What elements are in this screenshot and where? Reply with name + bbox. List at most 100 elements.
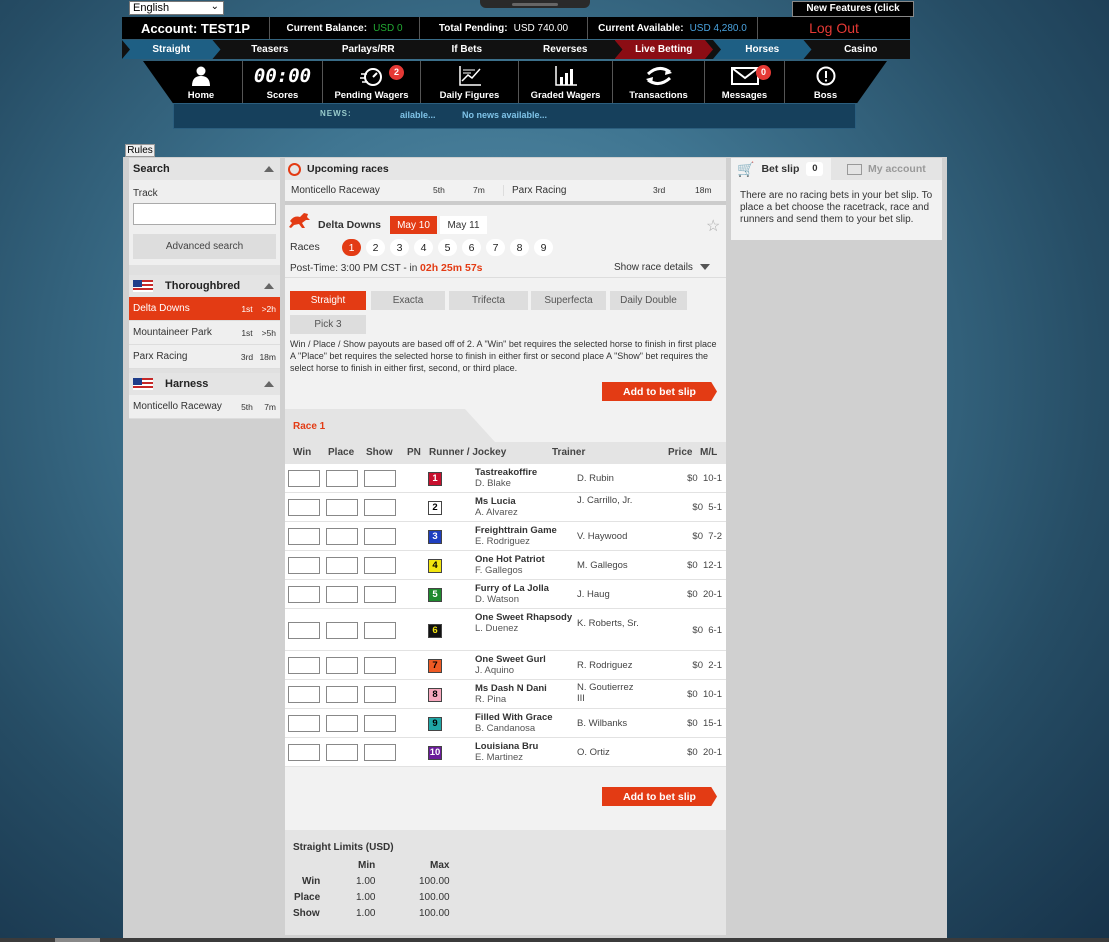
show-checkbox[interactable] [364, 470, 396, 487]
show-checkbox[interactable] [364, 657, 396, 674]
add-to-bet-slip-button[interactable]: Add to bet slip [602, 382, 717, 401]
bet-slip-tab[interactable]: 🛒 Bet slip 0 [731, 158, 831, 180]
bet-type-superfecta[interactable]: Superfecta [531, 291, 606, 310]
nav-reverses[interactable]: Reverses [516, 40, 615, 59]
race-9-button[interactable]: 9 [534, 239, 553, 256]
nav-casino[interactable]: Casino [812, 40, 911, 59]
win-checkbox[interactable] [288, 622, 320, 639]
track-item-monticello-raceway[interactable]: Monticello Raceway 5th 7m [129, 395, 280, 419]
race-8-button[interactable]: 8 [510, 239, 529, 256]
upcoming-race-item[interactable]: Parx Racing 3rd 18m [503, 185, 721, 196]
bet-slip-empty-message: There are no racing bets in your bet sli… [740, 190, 933, 225]
jockey-name: F. Gallegos [475, 565, 523, 576]
place-checkbox[interactable] [326, 557, 358, 574]
star-icon[interactable]: ☆ [706, 216, 720, 236]
show-checkbox[interactable] [364, 744, 396, 761]
win-checkbox[interactable] [288, 657, 320, 674]
search-header[interactable]: Search [129, 158, 280, 180]
pending-wagers-button[interactable]: Pending Wagers 2 [322, 61, 420, 103]
nav-horses[interactable]: Horses [713, 40, 812, 59]
nav-parlays[interactable]: Parlays/RR [319, 40, 418, 59]
date-tab-may-10[interactable]: May 10 [390, 216, 437, 234]
runner-name: One Hot Patriot F. Gallegos [475, 554, 575, 576]
date-tab-may-11[interactable]: May 11 [440, 216, 487, 234]
win-checkbox[interactable] [288, 744, 320, 761]
place-checkbox[interactable] [326, 586, 358, 603]
win-checkbox[interactable] [288, 586, 320, 603]
upcoming-race-item[interactable]: Monticello Raceway 5th 7m [285, 185, 503, 196]
track-item-mountaineer-park[interactable]: Mountaineer Park 1st >5h [129, 321, 280, 345]
chart-icon [421, 61, 518, 91]
bet-type-straight[interactable]: Straight [290, 291, 366, 310]
harness-header[interactable]: Harness [129, 373, 280, 395]
daily-figures-button[interactable]: Daily Figures [420, 61, 518, 103]
bet-type-pick-3[interactable]: Pick 3 [290, 315, 366, 334]
race-7-button[interactable]: 7 [486, 239, 505, 256]
win-checkbox[interactable] [288, 715, 320, 732]
add-to-bet-slip-button[interactable]: Add to bet slip [602, 787, 717, 806]
show-checkbox[interactable] [364, 715, 396, 732]
bet-type-daily-double[interactable]: Daily Double [610, 291, 687, 310]
home-button[interactable]: Home [160, 61, 242, 103]
win-checkbox[interactable] [288, 686, 320, 703]
show-checkbox[interactable] [364, 586, 396, 603]
place-checkbox[interactable] [326, 528, 358, 545]
runner-name: Ms Lucia A. Alvarez [475, 496, 575, 518]
show-checkbox[interactable] [364, 528, 396, 545]
price-ml: $0 15-1 [687, 718, 722, 729]
race-3-button[interactable]: 3 [390, 239, 409, 256]
place-checkbox[interactable] [326, 744, 358, 761]
race-4-button[interactable]: 4 [414, 239, 433, 256]
win-checkbox[interactable] [288, 470, 320, 487]
win-checkbox[interactable] [288, 528, 320, 545]
rules-tab[interactable]: Rules [125, 144, 155, 157]
messages-button[interactable]: Messages 0 [704, 61, 784, 103]
show-checkbox[interactable] [364, 686, 396, 703]
race-6-button[interactable]: 6 [462, 239, 481, 256]
track-item-delta-downs[interactable]: Delta Downs 1st >2h [129, 297, 280, 321]
show-checkbox[interactable] [364, 622, 396, 639]
nav-teasers[interactable]: Teasers [221, 40, 320, 59]
place-checkbox[interactable] [326, 470, 358, 487]
nav-if-bets[interactable]: If Bets [418, 40, 517, 59]
graded-wagers-button[interactable]: Graded Wagers [518, 61, 612, 103]
scores-button[interactable]: 00:00 Scores [242, 61, 322, 103]
thoroughbred-header[interactable]: Thoroughbred [129, 275, 280, 297]
my-account-tab[interactable]: My account [831, 158, 942, 180]
show-checkbox[interactable] [364, 499, 396, 516]
track-item-parx-racing[interactable]: Parx Racing 3rd 18m [129, 345, 280, 369]
win-checkbox[interactable] [288, 557, 320, 574]
new-features-button[interactable]: New Features (click here) [792, 1, 914, 28]
logout-button[interactable]: Log Out [758, 17, 910, 39]
scrollbar-thumb[interactable] [55, 938, 100, 942]
chevron-down-icon: ⌄ [210, 1, 219, 12]
track-search-input[interactable] [133, 203, 276, 225]
win-checkbox[interactable] [288, 499, 320, 516]
advanced-search-button[interactable]: Advanced search [133, 234, 276, 259]
place-checkbox[interactable] [326, 657, 358, 674]
bottom-scrollbar[interactable] [0, 938, 1109, 942]
jockey-name: E. Martinez [475, 752, 524, 763]
race-5-button[interactable]: 5 [438, 239, 457, 256]
race-1-button[interactable]: 1 [342, 239, 361, 256]
bet-type-exacta[interactable]: Exacta [371, 291, 445, 310]
jockey-name: R. Pina [475, 694, 507, 705]
race-2-button[interactable]: 2 [366, 239, 385, 256]
collapse-icon [264, 283, 274, 289]
place-checkbox[interactable] [326, 715, 358, 732]
boss-button[interactable]: Boss [784, 61, 866, 103]
place-checkbox[interactable] [326, 499, 358, 516]
program-number: 6 [428, 624, 442, 638]
nav-live-betting[interactable]: Live Betting [615, 40, 714, 59]
transactions-button[interactable]: Transactions [612, 61, 704, 103]
nav-straight[interactable]: Straight [122, 40, 221, 59]
language-select[interactable]: English ⌄ [129, 1, 224, 15]
runner-row: 6 One Sweet Rhapsody L. Duenez K. Roberts, … [285, 609, 726, 651]
place-checkbox[interactable] [326, 622, 358, 639]
bet-type-trifecta[interactable]: Trifecta [449, 291, 528, 310]
show-race-details-toggle[interactable]: Show race details [614, 262, 710, 273]
place-checkbox[interactable] [326, 686, 358, 703]
show-checkbox[interactable] [364, 557, 396, 574]
runner-name: Freighttrain Game E. Rodriguez [475, 525, 575, 547]
upcoming-races-list: Monticello Raceway 5th 7m Parx Racing 3rd 18… [285, 180, 726, 205]
